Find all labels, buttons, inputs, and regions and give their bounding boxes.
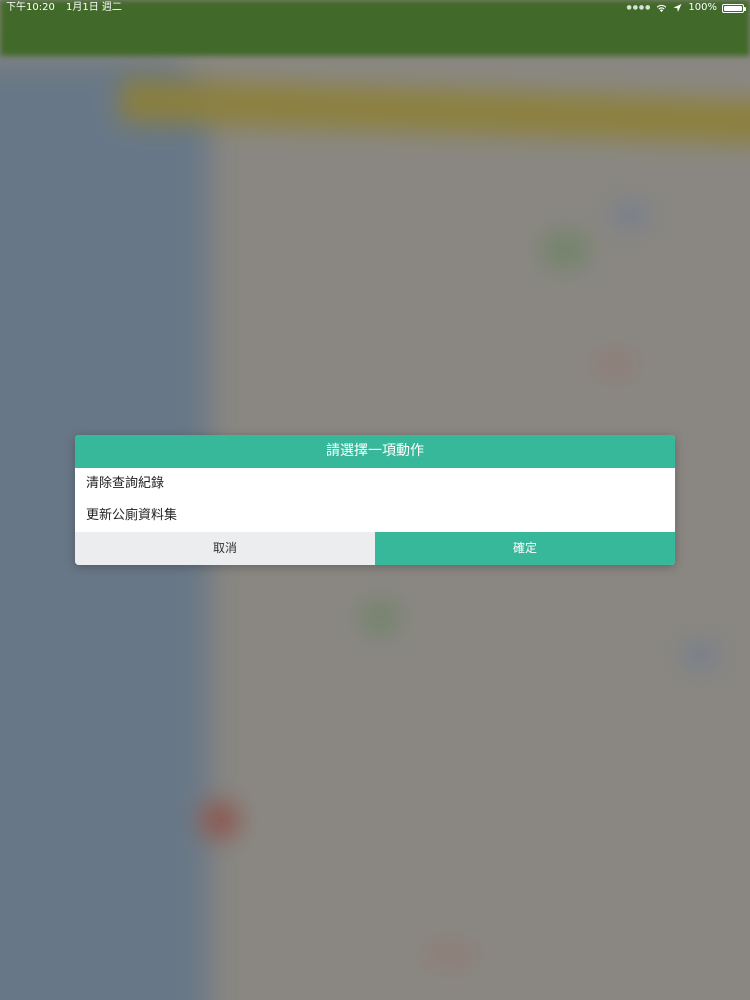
battery-icon bbox=[722, 3, 746, 13]
location-arrow-icon bbox=[673, 4, 682, 12]
signal-icon: ●●●● bbox=[626, 4, 652, 11]
option-update-dataset[interactable]: 更新公廁資料集 bbox=[75, 500, 675, 532]
dialog-title: 請選擇一項動作 bbox=[75, 435, 675, 468]
status-time: 下午10:20 bbox=[6, 2, 55, 13]
battery-percent: 100% bbox=[688, 2, 717, 13]
status-date: 1月1日 週二 bbox=[66, 2, 122, 13]
battery-fill bbox=[724, 5, 742, 11]
confirm-button[interactable]: 確定 bbox=[375, 532, 675, 565]
action-dialog: 請選擇一項動作 清除查詢紀錄 更新公廁資料集 取消 確定 bbox=[75, 435, 675, 565]
dialog-option-list: 清除查詢紀錄 更新公廁資料集 bbox=[75, 468, 675, 532]
wifi-icon bbox=[657, 4, 667, 13]
app-screen: 下午10:20 1月1日 週二 ●●●● 100% 請選擇一項動作 清除查詢紀錄… bbox=[0, 0, 750, 1000]
status-bar: 下午10:20 1月1日 週二 ●●●● 100% bbox=[0, 0, 750, 16]
option-clear-history[interactable]: 清除查詢紀錄 bbox=[75, 468, 675, 500]
dialog-button-row: 取消 確定 bbox=[75, 532, 675, 565]
cancel-button[interactable]: 取消 bbox=[75, 532, 375, 565]
